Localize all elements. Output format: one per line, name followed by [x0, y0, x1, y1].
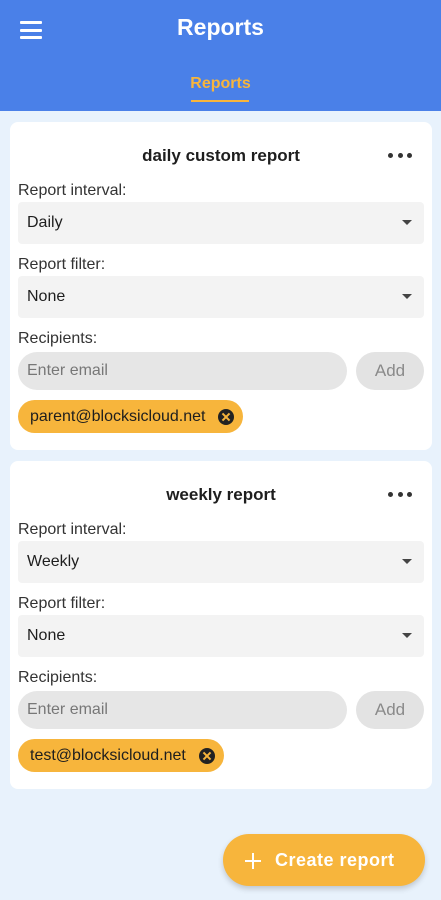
add-recipient-button[interactable]: Add: [356, 352, 424, 390]
page-title: Reports: [177, 14, 264, 40]
more-options-icon[interactable]: [388, 150, 412, 160]
interval-select[interactable]: Daily: [18, 202, 424, 244]
filter-value: None: [27, 627, 66, 644]
report-title: daily custom report: [142, 146, 300, 165]
plus-icon: [245, 853, 261, 869]
interval-label: Report interval:: [18, 521, 127, 538]
add-recipient-button[interactable]: Add: [356, 691, 424, 729]
dropdown-arrow-icon: [402, 633, 412, 638]
recipients-label: Recipients:: [18, 330, 98, 347]
recipient-chip: test@blocksicloud.net: [18, 739, 224, 772]
dropdown-arrow-icon: [402, 559, 412, 564]
interval-value: Weekly: [27, 553, 80, 570]
filter-label: Report filter:: [18, 256, 106, 273]
recipient-email: parent@blocksicloud.net: [30, 407, 206, 425]
report-card-weekly: weekly report Report interval: Weekly Re…: [10, 461, 432, 789]
interval-value: Daily: [27, 214, 63, 231]
filter-value: None: [27, 288, 66, 305]
filter-select[interactable]: None: [18, 615, 424, 657]
email-input[interactable]: [18, 352, 347, 390]
create-report-button[interactable]: Create report: [223, 834, 425, 886]
tab-reports[interactable]: Reports: [0, 75, 441, 93]
dropdown-arrow-icon: [402, 220, 412, 225]
tab-indicator: [191, 100, 249, 102]
interval-select[interactable]: Weekly: [18, 541, 424, 583]
dropdown-arrow-icon: [402, 294, 412, 299]
app-bar: Reports Reports: [0, 0, 441, 111]
remove-recipient-icon[interactable]: [218, 408, 235, 425]
filter-select[interactable]: None: [18, 276, 424, 318]
recipient-chip: parent@blocksicloud.net: [18, 400, 244, 433]
email-input[interactable]: [18, 691, 347, 729]
report-card-daily: daily custom report Report interval: Dai…: [10, 122, 432, 450]
recipients-label: Recipients:: [18, 669, 98, 686]
report-title: weekly report: [166, 485, 276, 504]
create-report-label: Create report: [275, 850, 395, 870]
more-options-icon[interactable]: [388, 489, 412, 499]
interval-label: Report interval:: [18, 182, 127, 199]
recipient-email: test@blocksicloud.net: [30, 746, 186, 764]
remove-recipient-icon[interactable]: [198, 747, 215, 764]
filter-label: Report filter:: [18, 595, 106, 612]
